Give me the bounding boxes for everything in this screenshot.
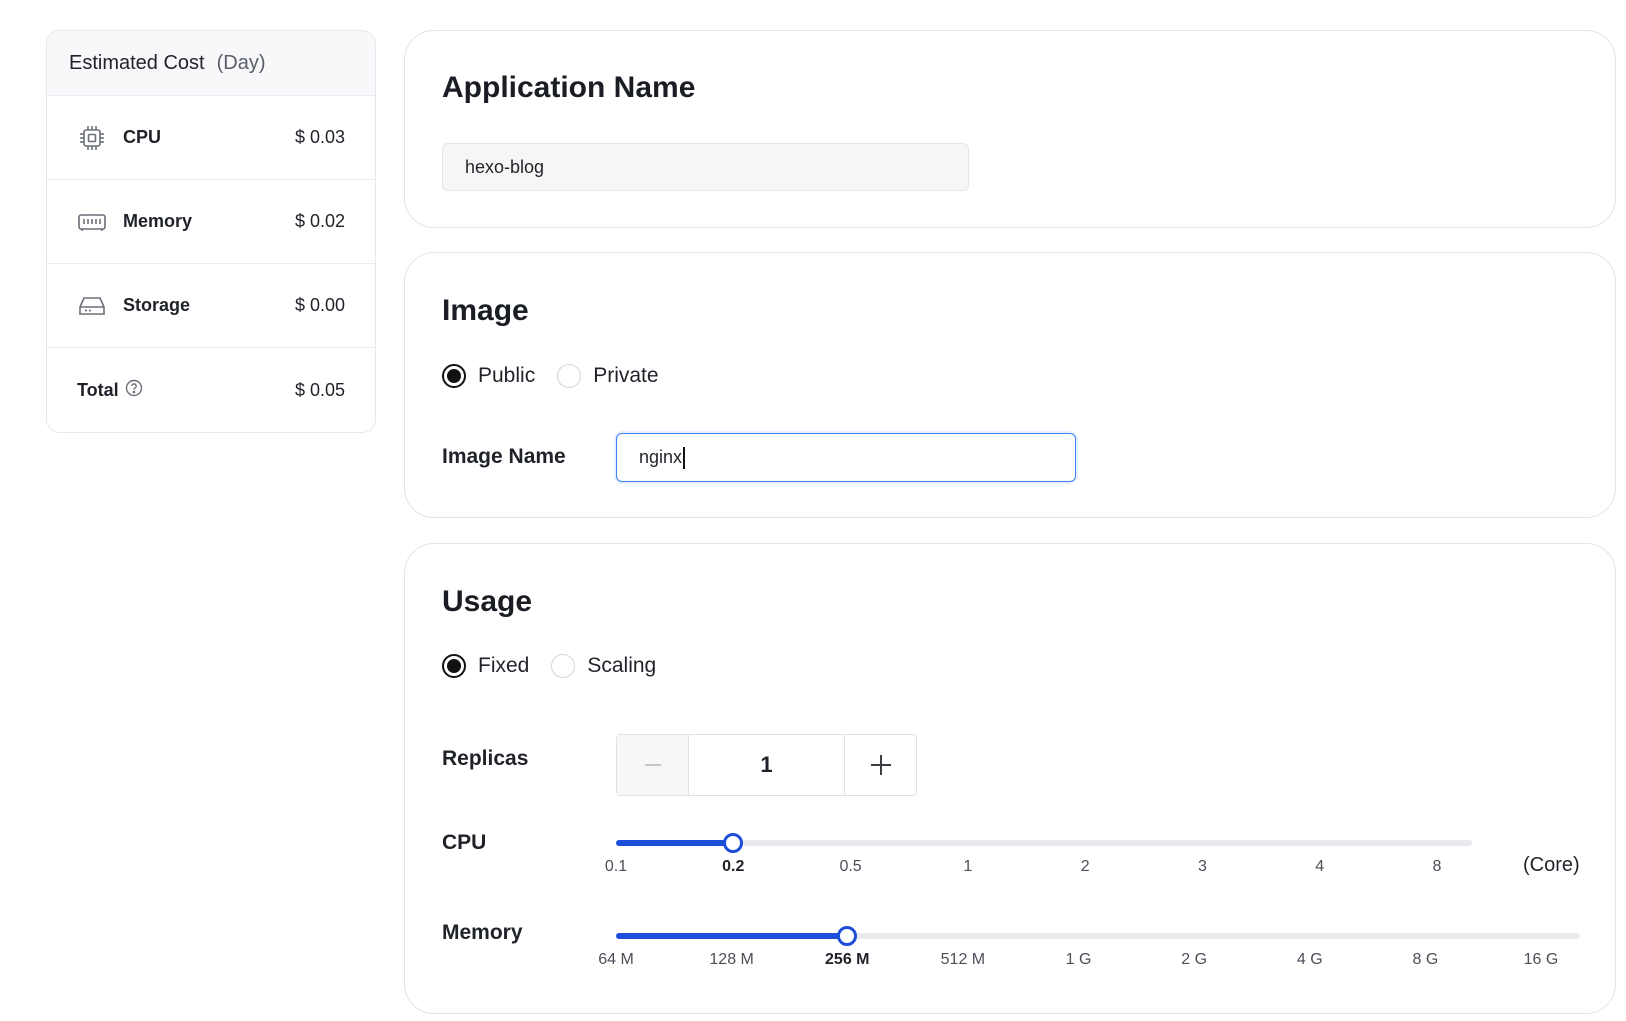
image-name-value: nginx	[639, 447, 683, 467]
replicas-label: Replicas	[442, 747, 529, 770]
cost-value-memory: $ 0.02	[294, 211, 345, 231]
application-name-value: hexo-blog	[465, 156, 545, 177]
cpu-slider-track[interactable]	[616, 840, 1472, 846]
radio-public-label: Public	[478, 364, 536, 387]
cost-total-label-group: Total	[77, 379, 295, 402]
plus-icon	[870, 755, 891, 775]
radio-private-label: Private	[593, 364, 659, 387]
image-name-input[interactable]: nginx	[616, 433, 1076, 482]
cost-label-total: Total	[77, 379, 119, 400]
cost-label-storage: Storage	[123, 295, 191, 315]
image-heading: Image	[442, 294, 529, 327]
cost-card-header: Estimated Cost (Day)	[47, 31, 375, 96]
cpu-slider[interactable]: 0.1 0.2 0.5 1 2 3 4 8	[605, 833, 1472, 880]
radio-public[interactable]: Public	[442, 364, 535, 388]
help-circle-icon[interactable]	[125, 379, 143, 402]
memory-tick-label[interactable]: 8 G	[1412, 951, 1438, 969]
image-source-radio-group: Public Private	[442, 364, 681, 388]
cost-row-total: Total $ 0.05	[47, 348, 375, 432]
text-caret	[683, 446, 685, 469]
storage-icon	[77, 291, 107, 321]
radio-fixed[interactable]: Fixed	[442, 654, 529, 678]
memory-tick-label[interactable]: 64 M	[598, 951, 634, 969]
memory-tick-label[interactable]: 128 M	[709, 951, 753, 969]
memory-icon	[77, 207, 107, 237]
cpu-tick-label[interactable]: 1	[963, 858, 972, 876]
cost-row-storage: Storage $ 0.00	[47, 264, 375, 348]
memory-slider-handle[interactable]	[837, 926, 858, 946]
cpu-unit-label: (Core)	[1523, 854, 1580, 876]
cpu-tick-label[interactable]: 0.1	[605, 858, 627, 876]
radio-scaling-indicator	[551, 654, 576, 678]
cpu-tick-label[interactable]: 0.2	[722, 858, 744, 876]
radio-scaling-label: Scaling	[587, 654, 657, 677]
usage-mode-radio-group: Fixed Scaling	[442, 654, 678, 678]
application-name-panel: Application Name hexo-blog	[404, 30, 1616, 228]
memory-slider-fill	[616, 933, 848, 939]
cost-card-title: Estimated Cost	[69, 51, 205, 74]
usage-heading: Usage	[442, 585, 533, 618]
application-name-field[interactable]: hexo-blog	[442, 143, 969, 191]
cost-label-memory: Memory	[123, 211, 193, 231]
cpu-label: CPU	[442, 831, 487, 854]
image-name-label: Image Name	[442, 445, 566, 468]
cost-value-total: $ 0.05	[294, 379, 345, 400]
replicas-decrement-button[interactable]	[617, 735, 689, 795]
image-panel: Image Public Private Image Name nginx	[404, 252, 1616, 518]
estimated-cost-card: Estimated Cost (Day) CPU $ 0.03 Memory $…	[46, 30, 376, 433]
application-name-heading: Application Name	[442, 71, 696, 104]
radio-public-indicator	[442, 364, 466, 388]
cost-value-cpu: $ 0.03	[294, 127, 345, 147]
replicas-increment-button[interactable]	[844, 735, 916, 795]
memory-tick-label[interactable]: 2 G	[1181, 951, 1207, 969]
cpu-icon	[77, 123, 107, 153]
cpu-tick-label[interactable]: 2	[1081, 858, 1090, 876]
cost-value-storage: $ 0.00	[294, 295, 345, 315]
memory-tick-label[interactable]: 512 M	[941, 951, 985, 969]
cpu-tick-label[interactable]: 3	[1198, 858, 1207, 876]
cpu-slider-handle[interactable]	[723, 833, 744, 853]
cpu-slider-fill	[616, 840, 734, 846]
memory-tick-label[interactable]: 16 G	[1524, 951, 1559, 969]
cost-card-period: (Day)	[216, 51, 266, 74]
cost-row-memory: Memory $ 0.02	[47, 180, 375, 264]
cpu-tick-label[interactable]: 4	[1315, 858, 1324, 876]
minus-icon	[644, 764, 661, 766]
replicas-stepper: 1	[616, 734, 917, 796]
radio-fixed-indicator	[442, 654, 466, 678]
cost-row-cpu: CPU $ 0.03	[47, 96, 375, 180]
radio-fixed-label: Fixed	[478, 654, 530, 677]
replicas-value[interactable]: 1	[689, 735, 844, 795]
memory-tick-label[interactable]: 1 G	[1066, 951, 1092, 969]
cpu-tick-label[interactable]: 8	[1433, 858, 1442, 876]
memory-slider[interactable]: 64 M 128 M 256 M 512 M 1 G 2 G 4 G 8 G 16 G	[598, 926, 1580, 973]
memory-label: Memory	[442, 921, 523, 944]
radio-scaling[interactable]: Scaling	[551, 654, 656, 678]
memory-tick-label[interactable]: 256 M	[825, 951, 869, 969]
cost-label-cpu: CPU	[123, 127, 162, 147]
radio-private-indicator	[557, 364, 582, 388]
cpu-tick-label[interactable]: 0.5	[839, 858, 861, 876]
radio-private[interactable]: Private	[557, 364, 659, 388]
memory-tick-label[interactable]: 4 G	[1297, 951, 1323, 969]
